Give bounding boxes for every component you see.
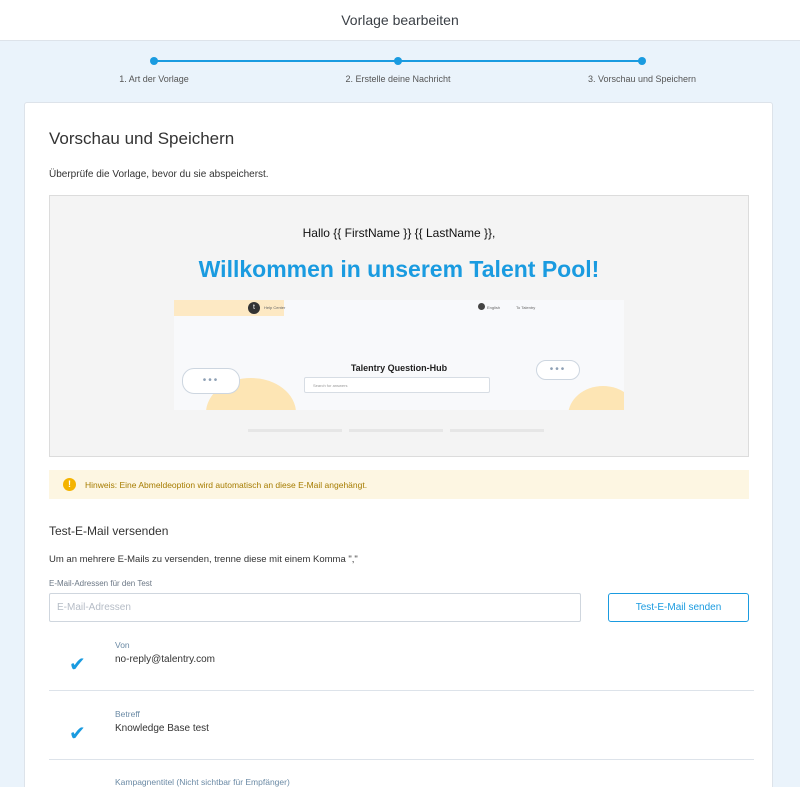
preview-nav-talentry: To Talentry xyxy=(516,305,536,310)
send-test-email-button[interactable]: Test-E-Mail senden xyxy=(608,593,749,622)
preview-search-box: Search for answers xyxy=(304,377,490,393)
detail-label: Betreff xyxy=(115,709,140,719)
divider xyxy=(49,690,754,691)
step-label-2[interactable]: 2. Erstelle deine Nachricht xyxy=(345,74,450,84)
test-email-title: Test-E-Mail versenden xyxy=(49,524,169,538)
step-dot-2[interactable] xyxy=(394,57,402,65)
talentry-logo-icon: t xyxy=(248,302,260,314)
card-title: Vorschau und Speichern xyxy=(49,129,235,148)
preview-greeting: Hallo {{ FirstName }} {{ LastName }}, xyxy=(302,226,496,240)
divider xyxy=(49,759,754,760)
stepper: 1. Art der Vorlage 2. Erstelle deine Nac… xyxy=(0,41,800,102)
preview-tab-1 xyxy=(248,429,342,432)
step-dot-3[interactable] xyxy=(638,57,646,65)
step-dot-1[interactable] xyxy=(150,57,158,65)
detail-label: Von xyxy=(115,640,130,650)
top-bar: Vorlage bearbeiten xyxy=(0,0,800,41)
step-label-1[interactable]: 1. Art der Vorlage xyxy=(119,74,189,84)
preview-image: t Help Center English To Talentry ••• ••… xyxy=(174,300,624,410)
detail-value: no-reply@talentry.com xyxy=(115,654,215,665)
email-preview: Hallo {{ FirstName }} {{ LastName }}, Wi… xyxy=(49,195,749,457)
page-title: Vorlage bearbeiten xyxy=(341,12,459,28)
test-email-description: Um an mehrere E-Mails zu versenden, tren… xyxy=(49,554,358,565)
globe-icon xyxy=(478,303,485,310)
step-label-3[interactable]: 3. Vorschau und Speichern xyxy=(588,74,696,84)
unsubscribe-hint: ! Hinweis: Eine Abmeldeoption wird autom… xyxy=(49,470,749,499)
check-icon: ✔ xyxy=(69,723,86,745)
detail-label: Kampagnentitel (Nicht sichtbar für Empfä… xyxy=(115,777,290,787)
preview-nav-lang: English xyxy=(487,305,501,310)
warning-icon: ! xyxy=(63,478,76,491)
content-card: Vorschau und Speichern Überprüfe die Vor… xyxy=(24,102,773,787)
preview-blob-right xyxy=(568,386,624,410)
preview-nav-help: Help Center xyxy=(264,305,286,310)
hint-text: Hinweis: Eine Abmeldeoption wird automat… xyxy=(85,479,368,490)
preview-headline: Willkommen in unserem Talent Pool! xyxy=(198,256,600,282)
test-email-input[interactable] xyxy=(49,593,581,622)
preview-tab-2 xyxy=(349,429,443,432)
step-line-2 xyxy=(399,60,642,62)
detail-value: Knowledge Base test xyxy=(115,723,209,734)
email-field-label: E-Mail-Adressen für den Test xyxy=(49,579,153,588)
step-line-1 xyxy=(155,60,398,62)
preview-hub-title: Talentry Question-Hub xyxy=(350,363,448,373)
check-icon: ✔ xyxy=(69,654,86,676)
card-subtitle: Überprüfe die Vorlage, bevor du sie absp… xyxy=(49,169,269,180)
preview-tab-3 xyxy=(450,429,544,432)
